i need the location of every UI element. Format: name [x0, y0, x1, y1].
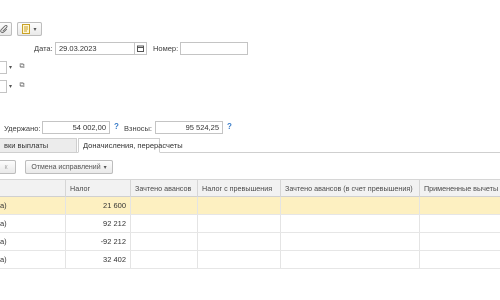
tab-additional-accruals[interactable]: Доначисления, перерасчеты	[78, 138, 183, 153]
row-tax-cell: 92 212	[66, 215, 131, 232]
table-row-selected[interactable]: а) 21 600	[0, 197, 500, 215]
row-empty-cell	[198, 215, 281, 232]
select-arrow-icon[interactable]: ▾	[9, 64, 12, 71]
column-header-tax[interactable]: Налог	[66, 180, 131, 197]
date-field[interactable]: 29.03.2023	[55, 42, 135, 55]
contributions-label: Взносы:	[124, 124, 152, 133]
calendar-icon	[137, 45, 144, 52]
open-link-icon[interactable]: ⧉	[18, 63, 26, 71]
table-row[interactable]: а) -92 212	[0, 233, 500, 251]
row-empty-cell	[198, 197, 281, 214]
row-tax-cell: -92 212	[66, 233, 131, 250]
calendar-button[interactable]	[134, 42, 147, 55]
withheld-label: Удержано:	[4, 124, 41, 133]
table-header: Налог Зачтено авансов Налог с превышения…	[0, 179, 500, 197]
row-tax-cell: 21 600	[66, 197, 131, 214]
employee-field-stub[interactable]	[0, 80, 7, 93]
select-arrow-icon[interactable]: ▾	[9, 83, 12, 90]
row-first-cell: а)	[0, 233, 66, 250]
cancel-corrections-label: Отмена исправлений	[31, 163, 101, 171]
column-header-excess-advances[interactable]: Зачтено авансов (в счет превышения)	[281, 180, 420, 197]
table-row[interactable]: а) 92 212	[0, 215, 500, 233]
row-empty-cell	[281, 233, 420, 250]
open-link-icon[interactable]: ⧉	[18, 82, 26, 90]
organization-field-stub[interactable]	[0, 61, 7, 74]
column-header-advances[interactable]: Зачтено авансов	[131, 180, 198, 197]
row-empty-cell	[198, 233, 281, 250]
disabled-button[interactable]: к	[0, 160, 16, 174]
row-empty-cell	[131, 251, 198, 268]
report-dropdown-button[interactable]: ▾	[17, 22, 42, 36]
paperclip-icon	[0, 24, 8, 33]
tab-payment-details[interactable]: вки выплаты	[0, 138, 77, 153]
number-label: Номер:	[153, 44, 179, 53]
row-first-cell: а)	[0, 197, 66, 214]
column-header-excess-tax[interactable]: Налог с превышения	[198, 180, 281, 197]
help-icon[interactable]: ?	[227, 122, 232, 131]
row-empty-cell	[131, 197, 198, 214]
row-first-cell: а)	[0, 251, 66, 268]
chevron-down-icon: ▾	[103, 164, 107, 171]
row-empty-cell	[281, 251, 420, 268]
row-empty-cell	[198, 251, 281, 268]
contributions-value: 95 524,25	[155, 121, 223, 134]
column-header-deductions[interactable]: Примененные вычеты	[420, 180, 500, 197]
attach-button[interactable]	[0, 22, 12, 36]
cancel-corrections-button[interactable]: Отмена исправлений ▾	[25, 160, 113, 174]
row-empty-cell	[131, 233, 198, 250]
column-header[interactable]	[0, 180, 66, 197]
chevron-down-icon: ▾	[33, 26, 37, 33]
row-tax-cell: 32 402	[66, 251, 131, 268]
number-field[interactable]	[180, 42, 248, 55]
row-first-cell: а)	[0, 215, 66, 232]
withheld-value: 54 002,00	[42, 121, 110, 134]
row-empty-cell	[281, 197, 420, 214]
help-icon[interactable]: ?	[114, 122, 119, 131]
row-empty-cell	[281, 215, 420, 232]
row-empty-cell	[131, 215, 198, 232]
table-row[interactable]: а) 32 402	[0, 251, 500, 269]
date-label: Дата:	[34, 44, 53, 53]
document-report-icon	[22, 24, 31, 34]
